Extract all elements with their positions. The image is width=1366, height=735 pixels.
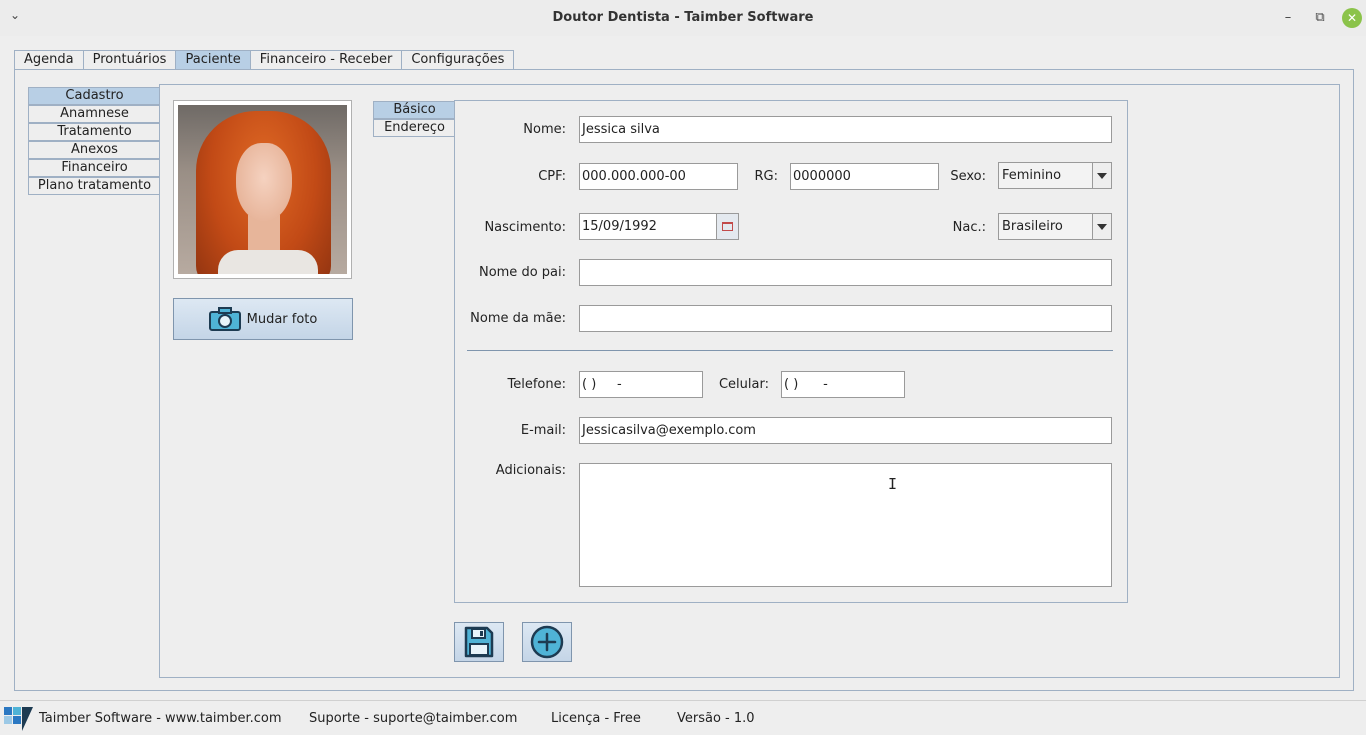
- calendar-button[interactable]: [716, 213, 739, 240]
- floppy-disk-icon: [464, 626, 494, 658]
- pai-field[interactable]: [579, 259, 1112, 286]
- sexo-select[interactable]: Feminino: [998, 162, 1112, 189]
- window-title: Doutor Dentista - Taimber Software: [552, 10, 814, 25]
- dropdown-arrow-icon[interactable]: [1092, 163, 1111, 188]
- main-tab-bar: Agenda Prontuários Paciente Financeiro -…: [14, 50, 515, 70]
- nome-field[interactable]: Jessica silva: [579, 116, 1112, 143]
- tab-financeiro-receber[interactable]: Financeiro - Receber: [249, 50, 403, 70]
- tab-prontuarios[interactable]: Prontuários: [82, 50, 177, 70]
- tab-basico[interactable]: Básico: [373, 101, 455, 119]
- dropdown-arrow-icon[interactable]: [1092, 214, 1111, 239]
- save-button[interactable]: [454, 622, 504, 662]
- adicionais-label: Adicionais:: [495, 463, 566, 478]
- minimize-icon[interactable]: –: [1278, 8, 1298, 28]
- change-photo-button[interactable]: Mudar foto: [173, 298, 353, 340]
- status-license: Licença - Free: [551, 711, 641, 726]
- tab-paciente[interactable]: Paciente: [175, 50, 251, 70]
- close-icon[interactable]: ✕: [1342, 8, 1362, 28]
- nac-value: Brasileiro: [1002, 219, 1063, 234]
- side-tab-bar: Cadastro Anamnese Tratamento Anexos Fina…: [28, 87, 160, 195]
- nome-label: Nome:: [523, 122, 566, 137]
- celular-label: Celular:: [718, 377, 769, 392]
- nascimento-field[interactable]: 15/09/1992: [579, 213, 717, 240]
- status-version: Versão - 1.0: [677, 711, 755, 726]
- telefone-field[interactable]: ( ) -: [579, 371, 703, 398]
- side-tab-financeiro[interactable]: Financeiro: [28, 159, 160, 177]
- mae-field[interactable]: [579, 305, 1112, 332]
- taimber-logo-icon: [4, 707, 33, 731]
- add-button[interactable]: [522, 622, 572, 662]
- side-tab-plano-tratamento[interactable]: Plano tratamento: [28, 177, 160, 195]
- plus-circle-icon: [530, 625, 564, 659]
- adicionais-textarea[interactable]: [579, 463, 1112, 587]
- cpf-label: CPF:: [538, 169, 566, 184]
- celular-field[interactable]: ( ) -: [781, 371, 905, 398]
- form-tab-bar: Básico Endereço: [373, 101, 455, 137]
- patient-photo-frame: [173, 100, 352, 279]
- sexo-label: Sexo:: [950, 169, 986, 184]
- nascimento-label: Nascimento:: [484, 220, 566, 235]
- pai-label: Nome do pai:: [478, 265, 566, 280]
- email-label: E-mail:: [520, 423, 566, 438]
- sexo-value: Feminino: [1002, 168, 1062, 183]
- tab-configuracoes[interactable]: Configurações: [401, 50, 515, 70]
- title-bar: ⌄ Doutor Dentista - Taimber Software – ⧉…: [0, 0, 1366, 36]
- nac-label: Nac.:: [952, 220, 986, 235]
- restore-icon[interactable]: ⧉: [1310, 8, 1330, 28]
- status-company: Taimber Software - www.taimber.com: [39, 711, 282, 726]
- separator: [467, 350, 1113, 351]
- change-photo-label: Mudar foto: [246, 311, 318, 327]
- status-support: Suporte - suporte@taimber.com: [309, 711, 518, 726]
- email-field[interactable]: Jessicasilva@exemplo.com: [579, 417, 1112, 444]
- calendar-icon: [722, 222, 733, 231]
- status-bar: Taimber Software - www.taimber.com Supor…: [0, 700, 1366, 735]
- cpf-field[interactable]: 000.000.000-00: [579, 163, 738, 190]
- nac-select[interactable]: Brasileiro: [998, 213, 1112, 240]
- mae-label: Nome da mãe:: [470, 311, 566, 326]
- rg-field[interactable]: 0000000: [790, 163, 939, 190]
- telefone-label: Telefone:: [507, 377, 567, 392]
- tab-agenda[interactable]: Agenda: [14, 50, 84, 70]
- text-cursor-icon: I: [888, 475, 898, 493]
- rg-label: RG:: [754, 169, 779, 184]
- side-tab-cadastro[interactable]: Cadastro: [28, 87, 160, 105]
- side-tab-anexos[interactable]: Anexos: [28, 141, 160, 159]
- side-tab-anamnese[interactable]: Anamnese: [28, 105, 160, 123]
- camera-icon: [208, 307, 241, 331]
- patient-photo: [178, 105, 347, 274]
- tab-endereco[interactable]: Endereço: [373, 119, 455, 137]
- side-tab-tratamento[interactable]: Tratamento: [28, 123, 160, 141]
